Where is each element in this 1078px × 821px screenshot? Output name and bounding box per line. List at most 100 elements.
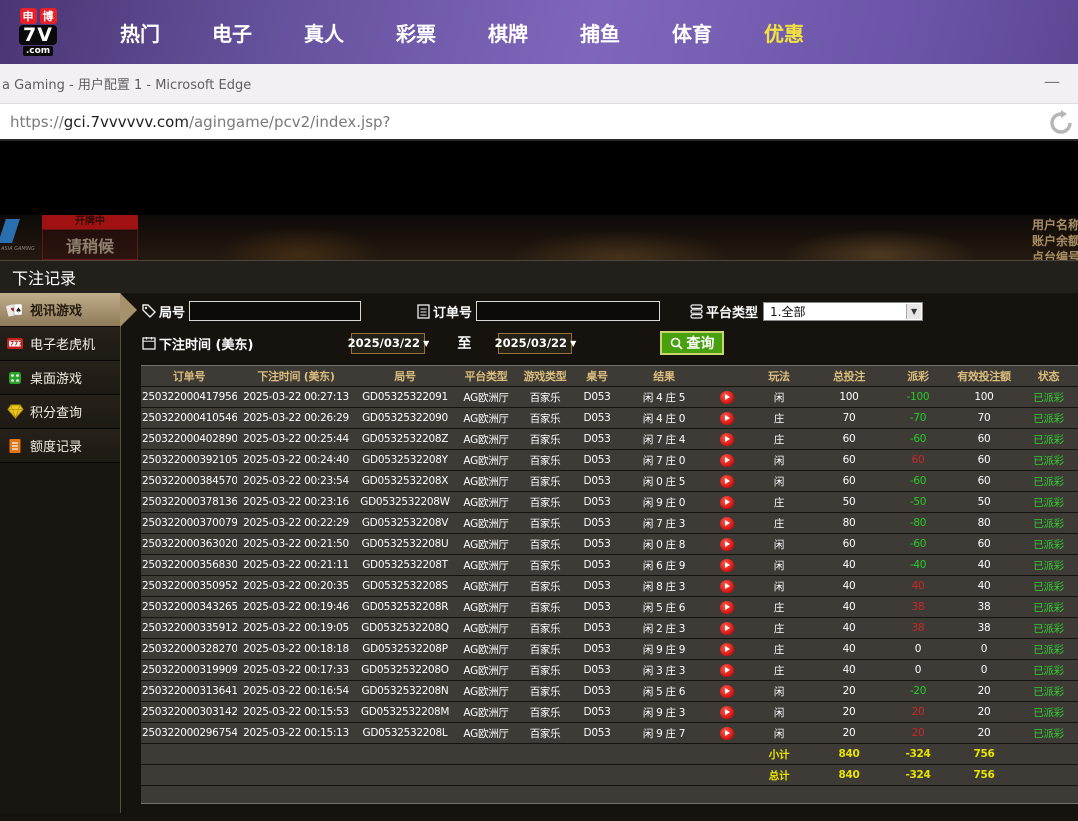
search-button[interactable]: 查询 <box>660 331 724 355</box>
nav-item-1[interactable]: 电子 <box>186 18 278 47</box>
url-input[interactable]: https://gci.7vvvvvv.com/agingame/pcv2/in… <box>10 113 391 131</box>
logo-text: 7V <box>19 25 57 45</box>
cell-valid: 20 <box>949 702 1019 723</box>
platform-type-select[interactable]: 1.全部 ▼ <box>763 302 923 321</box>
cell-game: 百家乐 <box>517 387 573 408</box>
cell-play_btn <box>707 450 747 471</box>
cell-platform: AG欧洲厅 <box>455 681 517 702</box>
order-number-input[interactable] <box>476 301 660 321</box>
cell-result: 闲 5 庄 6 <box>621 681 707 702</box>
round-number-input[interactable] <box>189 301 361 321</box>
play-video-icon[interactable] <box>720 622 734 635</box>
cell-payout: 0 <box>887 639 949 660</box>
minimize-button[interactable]: — <box>1038 72 1066 91</box>
cell-platform: AG欧洲厅 <box>455 660 517 681</box>
cell-time: 2025-03-22 00:23:54 <box>237 471 355 492</box>
nav-item-5[interactable]: 捕鱼 <box>554 18 646 47</box>
cell-play: 闲 <box>747 555 811 576</box>
cell-play_btn <box>707 639 747 660</box>
cell-result: 闲 5 庄 6 <box>621 597 707 618</box>
play-video-icon[interactable] <box>720 433 734 446</box>
cell-table_no: D053 <box>573 660 621 681</box>
cell-order: 250322000417956 <box>141 387 237 408</box>
cell-table_no: D053 <box>573 702 621 723</box>
play-video-icon[interactable] <box>720 538 734 551</box>
play-video-icon[interactable] <box>720 454 734 467</box>
platform-type-label: 平台类型 <box>690 302 758 321</box>
nav-item-3[interactable]: 彩票 <box>370 18 462 47</box>
table-row: 2503220004105462025-03-22 00:26:29GD0532… <box>141 408 1078 429</box>
empty-cell <box>455 765 517 786</box>
cell-status: 已派彩 <box>1019 513 1078 534</box>
play-video-icon[interactable] <box>720 727 734 740</box>
cell-order: 250322000378136 <box>141 492 237 513</box>
nav-item-4[interactable]: 棋牌 <box>462 18 554 47</box>
play-video-icon[interactable] <box>720 496 734 509</box>
cell-status: 已派彩 <box>1019 723 1078 744</box>
refresh-icon[interactable] <box>1048 110 1074 136</box>
play-video-icon[interactable] <box>720 391 734 404</box>
cell-valid: 60 <box>949 471 1019 492</box>
play-video-icon[interactable] <box>720 664 734 677</box>
nav-item-6[interactable]: 体育 <box>646 18 738 47</box>
cell-valid: 80 <box>949 513 1019 534</box>
sidebar-item-3[interactable]: 积分查询 <box>0 395 120 429</box>
nav-item-7[interactable]: 优惠 <box>738 18 830 47</box>
total-payout-value: -324 <box>887 765 949 786</box>
cell-round: GD0532532208Y <box>355 450 455 471</box>
play-video-icon[interactable] <box>720 475 734 488</box>
cell-status: 已派彩 <box>1019 492 1078 513</box>
cell-order: 250322000370079 <box>141 513 237 534</box>
slot-icon: 777 <box>6 336 24 352</box>
cell-status: 已派彩 <box>1019 555 1078 576</box>
cell-table_no: D053 <box>573 723 621 744</box>
cell-table_no: D053 <box>573 618 621 639</box>
play-video-icon[interactable] <box>720 706 734 719</box>
cell-payout: -60 <box>887 471 949 492</box>
cell-round: GD0532532208U <box>355 534 455 555</box>
sidebar-item-2[interactable]: 桌面游戏 <box>0 361 120 395</box>
table-row: 2503220004179562025-03-22 00:27:13GD0532… <box>141 387 1078 408</box>
play-video-icon[interactable] <box>720 685 734 698</box>
sidebar-item-1[interactable]: 777电子老虎机 <box>0 327 120 361</box>
cell-result: 闲 4 庄 0 <box>621 408 707 429</box>
date-from-select[interactable]: 2025/03/22▼ <box>351 333 425 354</box>
sidebar-item-label: 视讯游戏 <box>30 300 82 319</box>
site-logo[interactable]: 申 博 7V .com <box>10 8 66 56</box>
play-video-icon[interactable] <box>720 643 734 656</box>
cell-result: 闲 0 庄 8 <box>621 534 707 555</box>
total-payout-value: -324 <box>887 744 949 765</box>
cell-play: 闲 <box>747 471 811 492</box>
play-video-icon[interactable] <box>720 580 734 593</box>
cell-round: GD0532532208L <box>355 723 455 744</box>
cell-time: 2025-03-22 00:17:33 <box>237 660 355 681</box>
cell-order: 250322000410546 <box>141 408 237 429</box>
play-video-icon[interactable] <box>720 601 734 614</box>
cell-game: 百家乐 <box>517 660 573 681</box>
cell-game: 百家乐 <box>517 723 573 744</box>
browser-url-bar: https://gci.7vvvvvv.com/agingame/pcv2/in… <box>0 104 1078 141</box>
sidebar-item-0[interactable]: ♥♠视讯游戏 <box>0 293 120 327</box>
cell-play: 闲 <box>747 576 811 597</box>
window-title: a Gaming - 用户配置 1 - Microsoft Edge <box>2 74 251 93</box>
cell-result: 闲 4 庄 5 <box>621 387 707 408</box>
play-video-icon[interactable] <box>720 517 734 530</box>
empty-cell <box>141 765 237 786</box>
play-video-icon[interactable] <box>720 412 734 425</box>
nav-item-2[interactable]: 真人 <box>278 18 370 47</box>
cell-play_btn <box>707 618 747 639</box>
cell-result: 闲 7 庄 3 <box>621 513 707 534</box>
cell-game: 百家乐 <box>517 639 573 660</box>
play-video-icon[interactable] <box>720 559 734 572</box>
cell-payout: -80 <box>887 513 949 534</box>
cell-payout: -40 <box>887 555 949 576</box>
cell-total: 50 <box>811 492 887 513</box>
sidebar-item-4[interactable]: 额度记录 <box>0 429 120 463</box>
cell-play_btn <box>707 723 747 744</box>
cell-status: 已派彩 <box>1019 681 1078 702</box>
cell-play: 闲 <box>747 450 811 471</box>
cell-valid: 38 <box>949 597 1019 618</box>
nav-item-0[interactable]: 热门 <box>94 18 186 47</box>
date-to-select[interactable]: 2025/03/22▼ <box>498 333 572 354</box>
table-row: 2503220003568302025-03-22 00:21:11GD0532… <box>141 555 1078 576</box>
